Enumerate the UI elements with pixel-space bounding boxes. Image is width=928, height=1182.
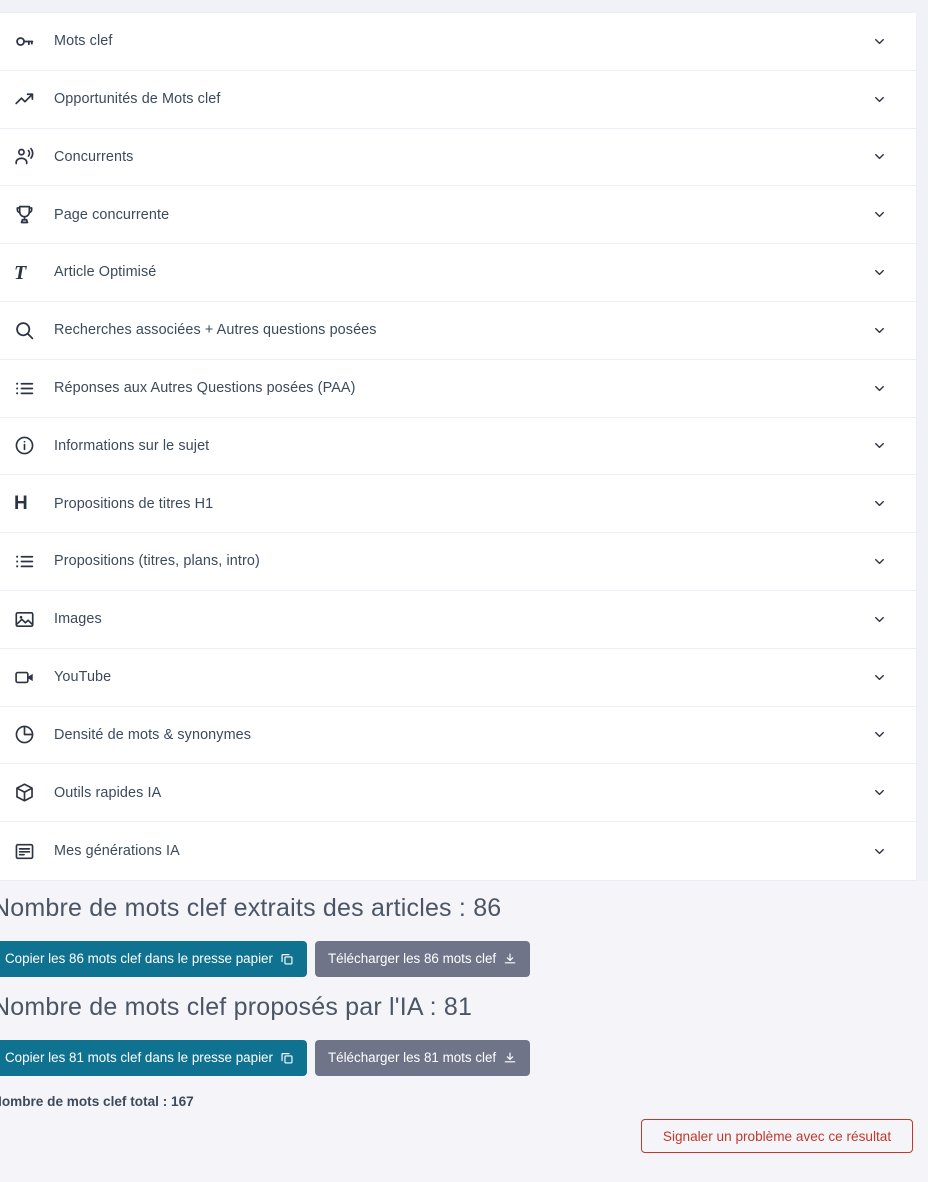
cube-icon bbox=[14, 781, 40, 805]
accordion-item-label: Article Optimisé bbox=[54, 264, 157, 281]
search-icon bbox=[14, 318, 40, 342]
chevron-down-icon[interactable] bbox=[868, 381, 890, 396]
accordion-item-label: Opportunités de Mots clef bbox=[54, 90, 221, 107]
list-icon bbox=[14, 376, 40, 400]
accordion-item-label: Mes générations IA bbox=[54, 842, 180, 859]
chevron-down-icon[interactable] bbox=[868, 438, 890, 453]
chevron-down-icon[interactable] bbox=[868, 612, 890, 627]
chevron-down-icon[interactable] bbox=[868, 92, 890, 107]
accordion-item-article-optimise[interactable]: T Article Optimisé bbox=[0, 244, 916, 302]
extracted-keywords-actions: Copier les 86 mots clef dans le presse p… bbox=[0, 941, 531, 977]
accordion-item-label: Densité de mots & synonymes bbox=[54, 726, 252, 743]
trophy-icon bbox=[14, 203, 40, 227]
page-root: Mots clef Opportunités de Mots clef Conc… bbox=[0, 0, 928, 1182]
ai-keywords-actions: Copier les 81 mots clef dans le presse p… bbox=[0, 1040, 531, 1076]
key-icon bbox=[14, 29, 40, 53]
chevron-down-icon[interactable] bbox=[868, 785, 890, 800]
report-problem-label: Signaler un problème avec ce résultat bbox=[662, 1128, 892, 1144]
accordion-item-label: Propositions (titres, plans, intro) bbox=[54, 553, 260, 570]
accordion-item-label: YouTube bbox=[54, 668, 112, 685]
chevron-down-icon[interactable] bbox=[868, 265, 890, 280]
accordion-panel: Mots clef Opportunités de Mots clef Conc… bbox=[0, 13, 916, 880]
copy-button-label: Copier les 86 mots clef dans le presse p… bbox=[5, 951, 273, 967]
accordion-item-opportunites-mots-clef[interactable]: Opportunités de Mots clef bbox=[0, 70, 916, 129]
accordion-item-concurrents[interactable]: Concurrents bbox=[0, 128, 916, 187]
list-icon bbox=[14, 550, 40, 574]
copy-button-label: Copier les 81 mots clef dans le presse p… bbox=[5, 1050, 273, 1066]
report-problem-button[interactable]: Signaler un problème avec ce résultat bbox=[641, 1119, 913, 1153]
download-button-label: Télécharger les 81 mots clef bbox=[327, 1050, 497, 1066]
text-italic-t-icon: T bbox=[14, 261, 27, 284]
extracted-keywords-title: Nombre de mots clef extraits des article… bbox=[0, 894, 502, 922]
accordion-item-propositions-titres-plans-intro[interactable]: Propositions (titres, plans, intro) bbox=[0, 533, 916, 591]
chevron-down-icon[interactable] bbox=[868, 207, 890, 222]
heading-h-icon: H bbox=[14, 493, 28, 515]
accordion-item-densite-mots-synonymes[interactable]: Densité de mots & synonymes bbox=[0, 706, 916, 765]
image-icon bbox=[14, 607, 40, 631]
chevron-down-icon[interactable] bbox=[868, 34, 890, 49]
accordion-item-youtube[interactable]: YouTube bbox=[0, 648, 916, 707]
accordion-item-label: Page concurrente bbox=[54, 206, 170, 223]
accordion-item-outils-rapides-ia[interactable]: Outils rapides IA bbox=[0, 764, 916, 823]
accordion-item-label: Concurrents bbox=[54, 148, 134, 165]
accordion-item-label: Propositions de titres H1 bbox=[54, 495, 214, 512]
pie-chart-icon bbox=[14, 723, 40, 747]
video-camera-icon bbox=[14, 665, 40, 689]
accordion-item-label: Informations sur le sujet bbox=[54, 437, 210, 454]
chevron-down-icon[interactable] bbox=[868, 554, 890, 569]
chevron-down-icon[interactable] bbox=[868, 844, 890, 859]
chevron-down-icon[interactable] bbox=[868, 323, 890, 338]
copy-ai-keywords-button[interactable]: Copier les 81 mots clef dans le presse p… bbox=[0, 1040, 307, 1076]
download-extracted-keywords-button[interactable]: Télécharger les 86 mots clef bbox=[314, 941, 531, 977]
copy-extracted-keywords-button[interactable]: Copier les 86 mots clef dans le presse p… bbox=[0, 941, 307, 977]
page-top-background bbox=[0, 0, 928, 13]
accordion-item-label: Réponses aux Autres Questions posées (PA… bbox=[54, 379, 356, 396]
chevron-down-icon[interactable] bbox=[868, 149, 890, 164]
accordion-item-label: Recherches associées + Autres questions … bbox=[54, 322, 377, 339]
copy-icon bbox=[280, 1051, 294, 1065]
total-keywords-label: Nombre de mots clef total : 167 bbox=[0, 1094, 194, 1109]
accordion-item-informations-sujet[interactable]: Informations sur le sujet bbox=[0, 417, 916, 476]
accordion-item-label: Images bbox=[54, 611, 102, 628]
download-button-label: Télécharger les 86 mots clef bbox=[327, 951, 497, 967]
accordion-item-mots-clef[interactable]: Mots clef bbox=[0, 13, 916, 71]
accordion-item-recherches-associees[interactable]: Recherches associées + Autres questions … bbox=[0, 301, 916, 360]
chevron-down-icon[interactable] bbox=[868, 670, 890, 685]
document-lines-icon bbox=[14, 839, 40, 863]
accordion-item-reponses-paa[interactable]: Réponses aux Autres Questions posées (PA… bbox=[0, 359, 916, 418]
accordion-item-label: Outils rapides IA bbox=[54, 784, 162, 801]
copy-icon bbox=[280, 952, 294, 966]
accordion-item-mes-generations-ia[interactable]: Mes générations IA bbox=[0, 822, 916, 880]
accordion-item-propositions-titres-h1[interactable]: H Propositions de titres H1 bbox=[0, 475, 916, 534]
accordion-item-label: Mots clef bbox=[54, 33, 113, 50]
accordion-item-images[interactable]: Images bbox=[0, 590, 916, 649]
accordion-item-page-concurrente[interactable]: Page concurrente bbox=[0, 186, 916, 245]
ai-keywords-title: Nombre de mots clef proposés par l'IA : … bbox=[0, 993, 473, 1021]
person-speaking-icon bbox=[14, 145, 40, 169]
chevron-down-icon[interactable] bbox=[868, 727, 890, 742]
download-icon bbox=[503, 952, 517, 966]
download-icon bbox=[503, 1051, 517, 1065]
trending-up-icon bbox=[14, 87, 40, 111]
info-circle-icon bbox=[14, 434, 40, 458]
chevron-down-icon[interactable] bbox=[868, 496, 890, 511]
download-ai-keywords-button[interactable]: Télécharger les 81 mots clef bbox=[314, 1040, 531, 1076]
